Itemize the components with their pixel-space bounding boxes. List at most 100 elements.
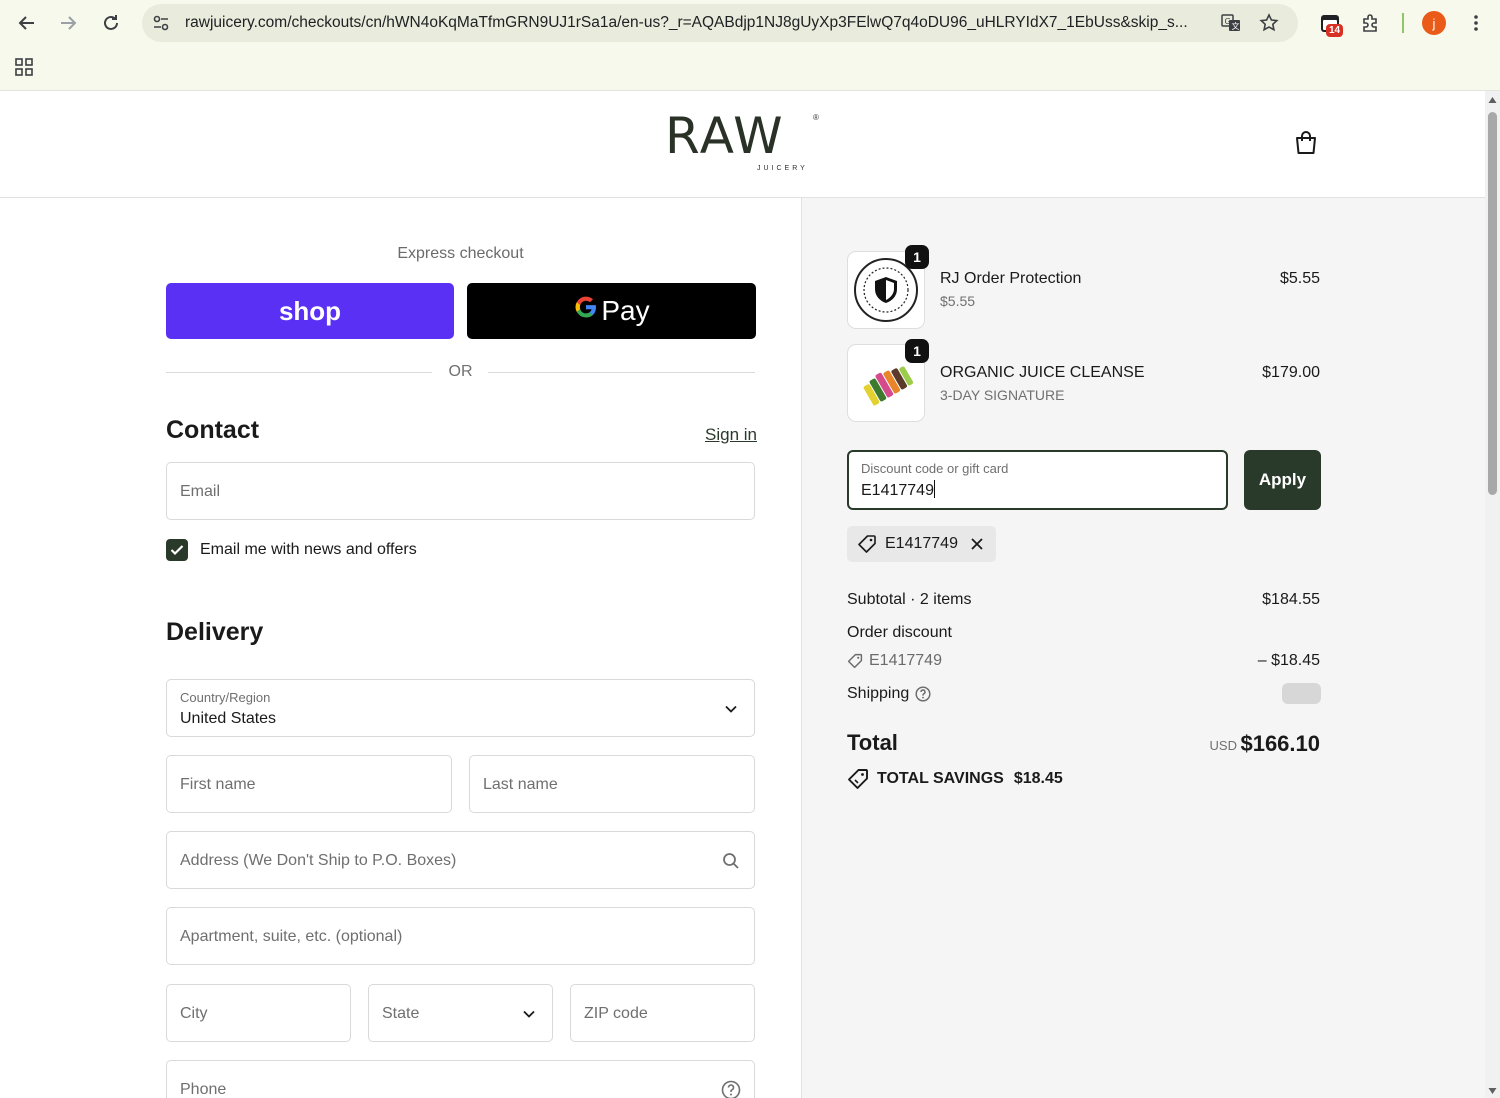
google-g-icon: [573, 294, 599, 328]
discount-code-input[interactable]: Discount code or gift card E1417749: [847, 450, 1228, 510]
close-icon: [971, 538, 983, 550]
item-subtitle: 3-DAY SIGNATURE: [940, 387, 1065, 403]
last-name-placeholder: Last name: [483, 776, 558, 793]
back-arrow-icon: [18, 16, 34, 30]
city-field[interactable]: City: [166, 984, 351, 1042]
order-discount-code: E1417749: [869, 652, 942, 669]
savings-tag-icon: [848, 769, 868, 789]
order-discount-code-row: E1417749: [847, 652, 942, 670]
help-circle-icon[interactable]: [720, 1079, 742, 1098]
google-pay-button[interactable]: Pay: [467, 283, 756, 339]
applied-discount-chip: E1417749: [847, 526, 996, 562]
item-name: RJ Order Protection: [940, 270, 1082, 287]
google-pay-label: Pay: [601, 295, 650, 326]
logo-text: RAW: [665, 107, 785, 165]
state-placeholder: State: [382, 1005, 420, 1022]
order-discount-value: – $18.45: [1257, 652, 1320, 669]
translate-icon[interactable]: G文: [1220, 12, 1242, 34]
shipping-label: Shipping: [847, 685, 910, 702]
first-name-field[interactable]: First name: [166, 755, 452, 813]
email-placeholder: Email: [180, 483, 221, 500]
checkout-form: Express checkout shop Pay OR Contact Sig…: [0, 198, 801, 1098]
subtotal-label: Subtotal · 2 items: [847, 591, 972, 608]
phone-field[interactable]: Phone: [166, 1060, 755, 1098]
back-button[interactable]: [12, 8, 42, 38]
first-name-placeholder: First name: [180, 776, 256, 793]
reload-button[interactable]: [96, 8, 126, 38]
contact-title: Contact: [166, 416, 260, 444]
address-placeholder: Address (We Don't Ship to P.O. Boxes): [180, 852, 457, 869]
logo-subtitle: JUICERY: [757, 165, 808, 172]
order-summary: 1 RJ Order Protection $5.55 $5.55 1 ORGA…: [801, 198, 1485, 1098]
state-select[interactable]: State: [368, 984, 553, 1042]
apartment-placeholder: Apartment, suite, etc. (optional): [180, 928, 403, 945]
shop-pay-button[interactable]: shop: [166, 283, 454, 339]
apply-label: Apply: [1258, 470, 1307, 489]
forward-button[interactable]: [53, 8, 83, 38]
country-value: United States: [180, 710, 277, 727]
apartment-field[interactable]: Apartment, suite, etc. (optional): [166, 907, 755, 965]
site-settings-icon[interactable]: [150, 12, 172, 34]
total-value: $166.10: [1240, 731, 1320, 756]
remove-discount-button[interactable]: [970, 537, 984, 551]
email-field[interactable]: Email: [166, 462, 755, 520]
tag-icon: [847, 653, 863, 669]
toolbar-divider: [1402, 13, 1404, 33]
discount-code-label: Discount code or gift card: [861, 461, 1009, 476]
site-header: RAW ® JUICERY: [0, 91, 1485, 198]
scrollbar-thumb[interactable]: [1488, 112, 1497, 495]
last-name-field[interactable]: Last name: [469, 755, 755, 813]
sign-in-link[interactable]: Sign in: [705, 425, 757, 445]
extensions-puzzle-icon[interactable]: [1357, 9, 1385, 37]
profile-avatar[interactable]: j: [1422, 11, 1446, 35]
shop-pay-label: shop: [278, 295, 342, 326]
svg-text:文: 文: [1232, 21, 1240, 31]
extension-badge: 14: [1326, 24, 1344, 37]
raw-juicery-logo[interactable]: RAW ® JUICERY: [665, 111, 825, 173]
quantity-badge: 1: [905, 339, 929, 363]
checkmark-icon: [170, 545, 184, 556]
news-offers-checkbox[interactable]: [166, 539, 188, 561]
express-checkout-label: Express checkout: [397, 245, 524, 262]
url-text: rawjuicery.com/checkouts/cn/hWN4oKqMaTfm…: [185, 14, 1188, 31]
or-divider: OR: [166, 362, 755, 382]
apps-grid-button[interactable]: [9, 52, 39, 82]
shipping-row: Shipping: [847, 685, 931, 703]
svg-text:G: G: [1225, 17, 1231, 26]
quantity-badge: 1: [905, 245, 929, 269]
city-placeholder: City: [180, 1005, 208, 1022]
apps-grid-icon: [15, 58, 33, 76]
apply-discount-button[interactable]: Apply: [1244, 450, 1321, 510]
news-offers-label: Email me with news and offers: [200, 541, 417, 558]
juice-bottles-icon: [863, 366, 914, 406]
item-name: ORGANIC JUICE CLEANSE: [940, 364, 1145, 381]
country-select[interactable]: Country/Region United States: [166, 679, 755, 737]
item-price: $5.55: [1279, 270, 1320, 287]
bookmark-star-icon[interactable]: [1258, 12, 1280, 34]
chevron-down-icon: [518, 1003, 540, 1025]
order-discount-label: Order discount: [847, 624, 952, 641]
address-bar[interactable]: rawjuicery.com/checkouts/cn/hWN4oKqMaTfm…: [142, 4, 1298, 42]
total-label: Total: [847, 730, 898, 755]
total-savings-label: TOTAL SAVINGS: [877, 770, 1004, 787]
reload-icon: [104, 15, 118, 30]
tag-icon: [858, 535, 876, 553]
text-caret: [933, 480, 935, 498]
logo-registered-mark: ®: [813, 113, 819, 122]
chevron-down-icon: [720, 698, 742, 720]
item-subtitle: $5.55: [940, 293, 976, 309]
help-circle-icon[interactable]: [915, 686, 931, 702]
country-label: Country/Region: [180, 690, 271, 705]
phone-placeholder: Phone: [180, 1081, 227, 1098]
scroll-down-arrow-icon[interactable]: [1488, 1087, 1497, 1095]
address-field[interactable]: Address (We Don't Ship to P.O. Boxes): [166, 831, 755, 889]
discount-code-value: E1417749: [861, 480, 935, 499]
scroll-up-arrow-icon[interactable]: [1488, 96, 1497, 104]
kebab-menu-icon[interactable]: [1462, 9, 1490, 37]
total-savings-row: TOTAL SAVINGS $18.45: [847, 768, 1063, 790]
forward-arrow-icon: [61, 16, 77, 30]
zip-field[interactable]: ZIP code: [570, 984, 755, 1042]
total-currency: USD: [1209, 738, 1237, 753]
item-price: $179.00: [1262, 364, 1320, 381]
shopping-bag-icon[interactable]: [1292, 129, 1320, 157]
